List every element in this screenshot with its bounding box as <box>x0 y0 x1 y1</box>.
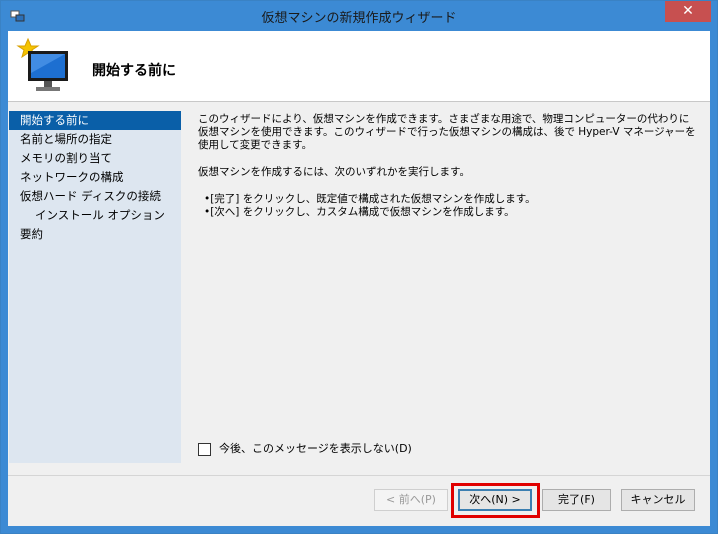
wizard-client-area: 開始する前に 開始する前に 名前と場所の指定 メモリの割り当て ネットワークの構… <box>8 31 710 526</box>
dont-show-again-option[interactable]: 今後、このメッセージを表示しない(D) <box>198 442 412 458</box>
step-summary[interactable]: 要約 <box>9 225 181 244</box>
dont-show-again-label[interactable]: 今後、このメッセージを表示しない(D) <box>219 442 412 455</box>
back-button[interactable]: < 前へ(P) <box>374 489 448 511</box>
next-bullet: •[次へ] をクリックし、カスタム構成で仮想マシンを作成します。 <box>204 206 515 218</box>
cancel-button[interactable]: キャンセル <box>621 489 695 511</box>
wizard-header: 開始する前に <box>8 31 710 102</box>
dont-show-again-checkbox[interactable] <box>198 442 211 456</box>
wizard-description: このウィザードにより、仮想マシンを作成できます。さまざまな用途で、物理コンピュー… <box>198 113 698 219</box>
wizard-window: 仮想マシンの新規作成ウィザード ✕ 開始する前に 開始する前に 名前と場所の指定… <box>0 0 718 534</box>
new-virtual-machine-icon <box>16 37 68 91</box>
step-virtual-hard-disk[interactable]: 仮想ハード ディスクの接続 <box>9 187 181 206</box>
step-networking[interactable]: ネットワークの構成 <box>9 168 181 187</box>
wizard-step-list: 開始する前に 名前と場所の指定 メモリの割り当て ネットワークの構成 仮想ハード… <box>9 111 181 463</box>
instructions-paragraph: 仮想マシンを作成するには、次のいずれかを実行します。 <box>198 166 470 178</box>
finish-bullet: •[完了] をクリックし、既定値で構成された仮想マシンを作成します。 <box>204 193 536 205</box>
title-bar[interactable]: 仮想マシンの新規作成ウィザード ✕ <box>1 1 717 31</box>
step-before-you-begin[interactable]: 開始する前に <box>9 111 181 130</box>
step-name-and-location[interactable]: 名前と場所の指定 <box>9 130 181 149</box>
intro-paragraph: このウィザードにより、仮想マシンを作成できます。さまざまな用途で、物理コンピュー… <box>198 113 696 151</box>
finish-button[interactable]: 完了(F) <box>542 489 611 511</box>
page-title: 開始する前に <box>92 63 176 79</box>
close-button[interactable]: ✕ <box>665 1 711 22</box>
window-title: 仮想マシンの新規作成ウィザード <box>261 11 457 26</box>
next-button-highlight <box>451 483 540 518</box>
step-memory[interactable]: メモリの割り当て <box>9 149 181 168</box>
step-install-options[interactable]: インストール オプション <box>9 206 181 225</box>
button-divider <box>8 475 710 476</box>
